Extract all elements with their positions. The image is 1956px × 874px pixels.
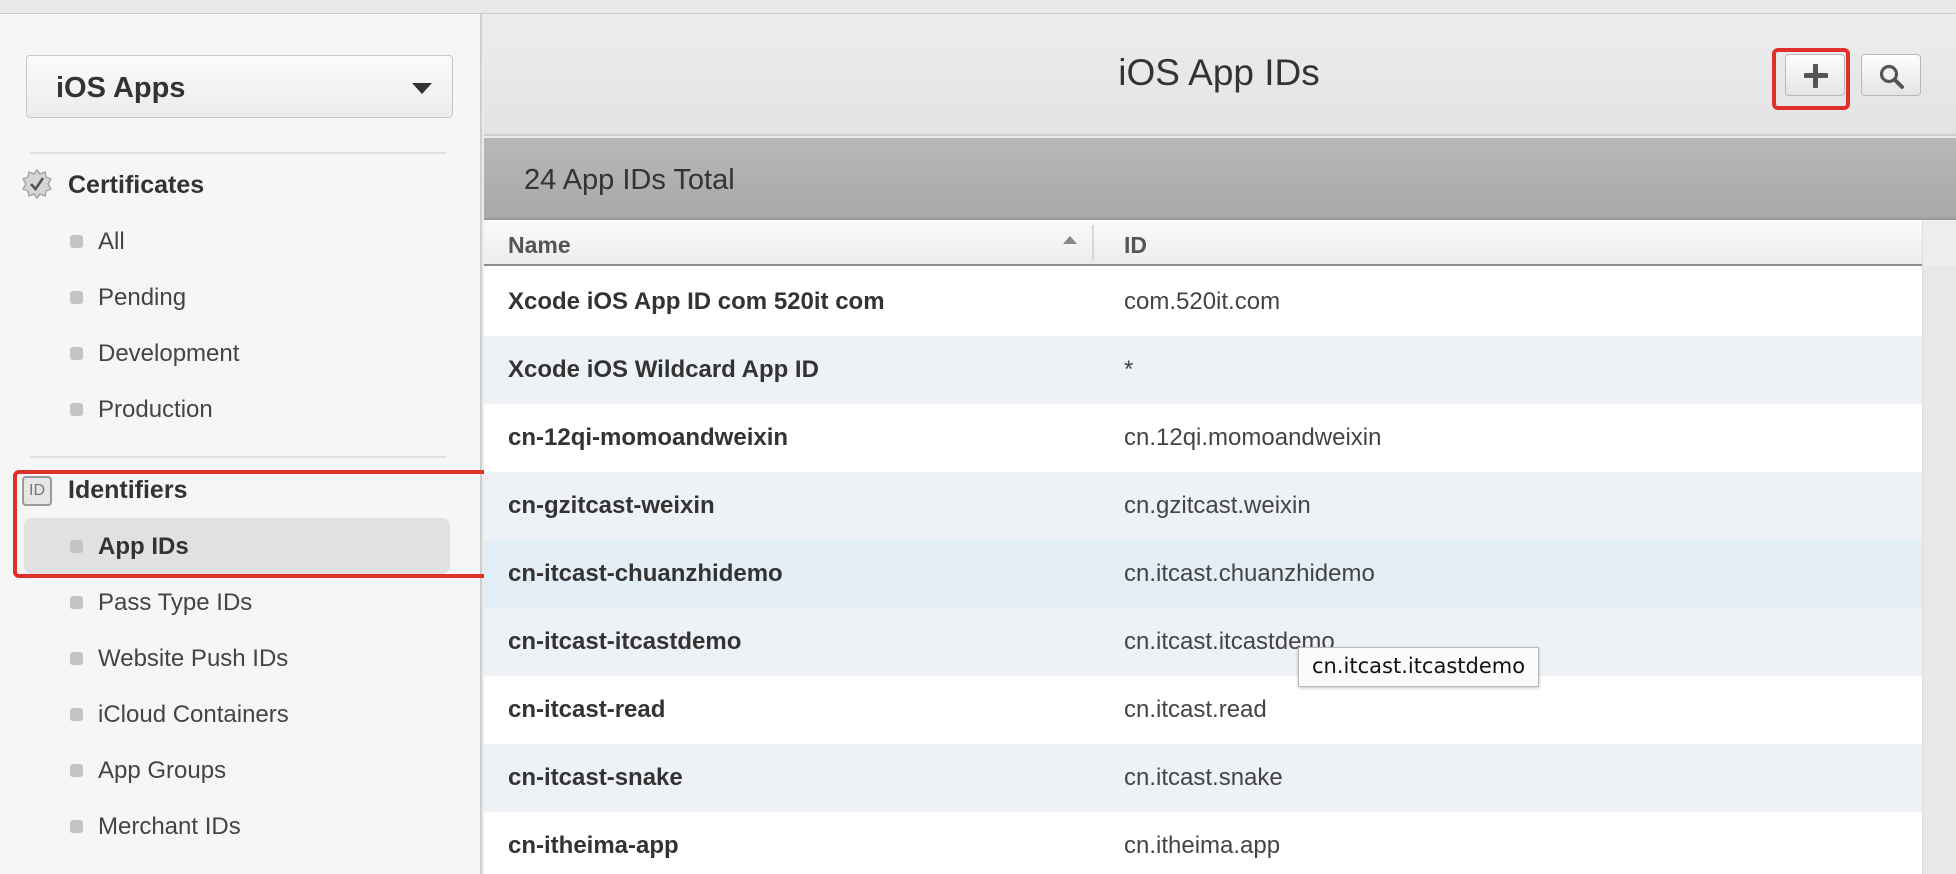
table-row[interactable]: Xcode iOS App ID com 520it com com.520it…	[484, 268, 1922, 336]
bullet-icon	[70, 652, 83, 665]
sidebar-divider	[30, 456, 446, 458]
sidebar-item-app-ids[interactable]: App IDs	[24, 518, 450, 574]
app-ids-table: Name ID Xcode iOS App ID com 520it com c…	[484, 220, 1922, 874]
bundle-id: cn.itheima.app	[1124, 832, 1281, 859]
bullet-icon	[70, 596, 83, 609]
sidebar-item-label: Website Push IDs	[98, 645, 289, 672]
platform-select-value: iOS Apps	[56, 72, 186, 104]
table-row[interactable]: cn-itcast-itcastdemo cn.itcast.itcastdem…	[484, 608, 1922, 676]
bullet-icon	[70, 708, 83, 721]
table-header: Name ID	[484, 220, 1922, 266]
sidebar-item-label: iCloud Containers	[98, 701, 289, 728]
table-body: Xcode iOS App ID com 520it com com.520it…	[484, 268, 1922, 874]
sidebar-item-pass-type-ids[interactable]: Pass Type IDs	[24, 574, 450, 630]
sidebar-item-development[interactable]: Development	[24, 325, 450, 381]
sidebar-item-pending[interactable]: Pending	[24, 269, 450, 325]
bundle-id: cn.itcast.read	[1124, 696, 1267, 723]
app-id-name: cn-itheima-app	[508, 832, 679, 859]
page-title: iOS App IDs	[1118, 52, 1320, 93]
bullet-icon	[70, 403, 83, 416]
sidebar-item-label: Merchant IDs	[98, 813, 241, 840]
app-id-name: cn-12qi-momoandweixin	[508, 424, 789, 451]
sidebar-item-label: Production	[98, 396, 213, 423]
sidebar-item-app-groups[interactable]: App Groups	[24, 742, 450, 798]
table-row[interactable]: cn-itcast-snake cn.itcast.snake	[484, 744, 1922, 812]
bullet-icon	[70, 347, 83, 360]
column-separator[interactable]	[1092, 225, 1094, 261]
identifier-icon: ID	[22, 476, 52, 506]
bundle-id: cn.itcast.snake	[1124, 764, 1283, 791]
table-row[interactable]: cn-12qi-momoandweixin cn.12qi.momoandwei…	[484, 404, 1922, 472]
bullet-icon	[70, 235, 83, 248]
column-header-id[interactable]: ID	[1124, 232, 1147, 259]
sidebar-item-label: App Groups	[98, 757, 227, 784]
sidebar-divider	[30, 152, 446, 154]
bundle-id: com.520it.com	[1124, 288, 1281, 315]
bullet-icon	[70, 540, 83, 553]
sidebar-item-label: App IDs	[98, 533, 189, 560]
bundle-id: cn.gzitcast.weixin	[1124, 492, 1311, 519]
sidebar-item-label: All	[98, 228, 125, 255]
app-id-name: cn-itcast-snake	[508, 764, 683, 791]
bullet-icon	[70, 764, 83, 777]
sidebar-item-label: Pass Type IDs	[98, 589, 253, 616]
platform-select[interactable]: iOS Apps	[26, 55, 453, 118]
bullet-icon	[70, 291, 83, 304]
sidebar-item-merchant-ids[interactable]: Merchant IDs	[24, 798, 450, 854]
certificates-heading: Certificates	[68, 171, 205, 199]
bundle-id: cn.itcast.chuanzhidemo	[1124, 560, 1375, 587]
sidebar: iOS Apps Certificates All Pending Develo…	[0, 14, 482, 874]
table-row[interactable]: cn-gzitcast-weixin cn.gzitcast.weixin	[484, 472, 1922, 540]
sort-ascending-icon	[1063, 236, 1077, 244]
summary-bar: 24 App IDs Total	[484, 138, 1956, 220]
search-button[interactable]	[1861, 54, 1921, 96]
total-count: 24 App IDs Total	[524, 164, 735, 196]
column-header-name[interactable]: Name	[508, 232, 571, 259]
bundle-id: *	[1124, 356, 1134, 383]
app-id-name: cn-itcast-read	[508, 696, 666, 723]
app-id-name: cn-itcast-chuanzhidemo	[508, 560, 783, 587]
bundle-id: cn.12qi.momoandweixin	[1124, 424, 1382, 451]
tooltip: cn.itcast.itcastdemo	[1298, 647, 1540, 687]
identifiers-heading: Identifiers	[68, 476, 188, 504]
app-id-name: cn-itcast-itcastdemo	[508, 628, 742, 655]
scrollbar-track[interactable]	[1923, 266, 1956, 874]
sidebar-item-production[interactable]: Production	[24, 381, 450, 437]
table-row[interactable]: cn-itcast-read cn.itcast.read	[484, 676, 1922, 744]
bullet-icon	[70, 820, 83, 833]
sidebar-item-website-push-ids[interactable]: Website Push IDs	[24, 630, 450, 686]
chevron-down-icon	[412, 83, 432, 94]
table-row[interactable]: Xcode iOS Wildcard App ID *	[484, 336, 1922, 404]
app-id-name: Xcode iOS App ID com 520it com	[508, 288, 885, 315]
sidebar-item-icloud-containers[interactable]: iCloud Containers	[24, 686, 450, 742]
window-top-edge	[0, 0, 1956, 14]
sidebar-item-all[interactable]: All	[24, 213, 450, 269]
app-id-name: Xcode iOS Wildcard App ID	[508, 356, 819, 383]
sidebar-item-label: Development	[98, 340, 240, 367]
table-scrollbar[interactable]	[1922, 220, 1956, 874]
search-icon	[1879, 64, 1904, 89]
sidebar-item-label: Pending	[98, 284, 187, 311]
certificate-seal-icon	[22, 169, 52, 199]
app-id-name: cn-gzitcast-weixin	[508, 492, 715, 519]
add-app-id-button[interactable]	[1785, 54, 1845, 96]
table-row[interactable]: cn-itcast-chuanzhidemo cn.itcast.chuanzh…	[484, 540, 1922, 608]
table-row[interactable]: cn-itheima-app cn.itheima.app	[484, 812, 1922, 874]
page-header: iOS App IDs	[484, 14, 1956, 136]
